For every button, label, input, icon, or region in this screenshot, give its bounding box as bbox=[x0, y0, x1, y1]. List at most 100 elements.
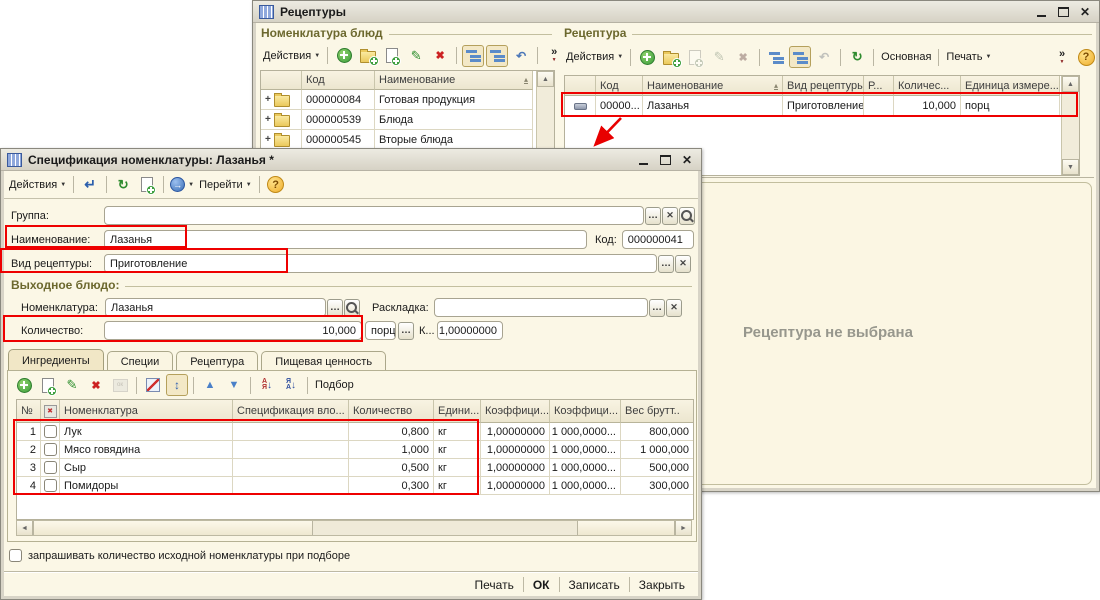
ok-button[interactable]: ОК bbox=[524, 576, 559, 594]
flag-cell[interactable] bbox=[41, 423, 60, 441]
copy-row-button[interactable] bbox=[37, 374, 59, 396]
layout-clear-button[interactable] bbox=[666, 299, 682, 317]
scrollbar-thumb[interactable] bbox=[577, 521, 675, 535]
nomenclature-open-button[interactable] bbox=[344, 299, 360, 317]
unit-column-header[interactable]: Единица измере... bbox=[961, 76, 1060, 96]
edit-button[interactable] bbox=[708, 46, 730, 68]
flag-column-header[interactable] bbox=[41, 400, 60, 423]
kind-column-header[interactable]: Вид рецептуры bbox=[783, 76, 864, 96]
hierarchy-view-button[interactable] bbox=[486, 45, 508, 67]
tab-spices[interactable]: Специи bbox=[107, 351, 174, 372]
maximize-button[interactable] bbox=[657, 152, 673, 168]
group-open-button[interactable] bbox=[679, 207, 695, 225]
specification-titlebar[interactable]: Спецификация номенклатуры: Лазанья * bbox=[1, 149, 701, 171]
sort-asc-button[interactable] bbox=[256, 374, 278, 396]
recipes-titlebar[interactable]: Рецептуры bbox=[253, 1, 1099, 23]
pick-button[interactable]: Подбор bbox=[313, 379, 356, 391]
row-checkbox[interactable] bbox=[44, 443, 57, 456]
recipe-kind-clear-button[interactable] bbox=[675, 255, 691, 273]
code-column-header[interactable]: Код bbox=[302, 71, 375, 90]
unit-input[interactable]: порц bbox=[365, 321, 396, 340]
table-row[interactable]: 000000539 Блюда bbox=[261, 110, 554, 130]
actions-menu-button[interactable]: Действия bbox=[7, 179, 68, 191]
scrollbar-track[interactable] bbox=[1062, 92, 1079, 159]
table-row[interactable]: 000000545 Вторые блюда bbox=[261, 130, 554, 150]
marker-column-header[interactable] bbox=[565, 76, 596, 96]
goto-button[interactable] bbox=[169, 174, 195, 196]
close-button[interactable] bbox=[679, 152, 695, 168]
add-group-button[interactable] bbox=[660, 46, 682, 68]
history-button[interactable] bbox=[813, 46, 835, 68]
delete-button[interactable] bbox=[429, 45, 451, 67]
tab-ingredients[interactable]: Ингредиенты bbox=[8, 349, 104, 371]
flag-cell[interactable] bbox=[41, 459, 60, 477]
add-group-button[interactable] bbox=[357, 45, 379, 67]
print-menu-button[interactable]: Печать bbox=[944, 51, 993, 63]
name-column-header[interactable]: Номенклатура bbox=[60, 400, 233, 423]
close-button[interactable] bbox=[1077, 4, 1093, 20]
group-select-button[interactable] bbox=[645, 207, 661, 225]
print-button[interactable]: Печать bbox=[466, 576, 523, 594]
row-expander-cell[interactable] bbox=[261, 90, 302, 110]
ingredient-row[interactable]: 4 Помидоры 0,300 кг 1,00000000 1 000,000… bbox=[17, 477, 693, 495]
scrollbar-thumb[interactable] bbox=[33, 521, 313, 535]
delete-row-button[interactable] bbox=[85, 374, 107, 396]
scroll-left-button[interactable] bbox=[17, 521, 33, 535]
maximize-button[interactable] bbox=[1055, 4, 1071, 20]
move-down-button[interactable] bbox=[223, 374, 245, 396]
actions-menu-button[interactable]: Действия bbox=[564, 51, 625, 63]
more-buttons-button[interactable] bbox=[1051, 46, 1073, 68]
num-column-header[interactable]: № bbox=[17, 400, 41, 423]
reorder-button[interactable] bbox=[166, 374, 188, 396]
group-clear-button[interactable] bbox=[662, 207, 678, 225]
coefficient-input[interactable]: 1,00000000 bbox=[437, 321, 503, 340]
list-view-button[interactable] bbox=[462, 45, 484, 67]
scroll-up-button[interactable] bbox=[537, 71, 554, 87]
flag-cell[interactable] bbox=[41, 441, 60, 459]
reread-button[interactable] bbox=[112, 174, 134, 196]
write-button[interactable]: Записать bbox=[560, 576, 629, 594]
nomenclature-input[interactable]: Лазанья bbox=[105, 298, 326, 317]
tab-recipe[interactable]: Рецептура bbox=[176, 351, 258, 372]
unit-select-button[interactable] bbox=[398, 322, 414, 340]
main-view-button[interactable]: Основная bbox=[879, 51, 933, 63]
coef2-column-header[interactable]: Коэффици... bbox=[550, 400, 621, 423]
hierarchy-view-button[interactable] bbox=[789, 46, 811, 68]
row-checkbox[interactable] bbox=[44, 461, 57, 474]
add-row-button[interactable] bbox=[13, 374, 35, 396]
row-checkbox[interactable] bbox=[44, 425, 57, 438]
r-column-header[interactable]: Р... bbox=[864, 76, 894, 96]
table-row[interactable]: 000000084 Готовая продукция bbox=[261, 90, 554, 110]
refresh-button[interactable] bbox=[846, 46, 868, 68]
vertical-scrollbar[interactable] bbox=[1061, 76, 1079, 175]
help-button[interactable] bbox=[265, 174, 287, 196]
scrollbar-track[interactable] bbox=[313, 521, 577, 535]
horizontal-scrollbar[interactable] bbox=[16, 520, 692, 536]
cancel-filter-button[interactable] bbox=[142, 374, 164, 396]
history-button[interactable] bbox=[510, 45, 532, 67]
edit-button[interactable] bbox=[405, 45, 427, 67]
ingredient-row[interactable]: 2 Мясо говядина 1,000 кг 1,00000000 1 00… bbox=[17, 441, 693, 459]
tab-nutrition[interactable]: Пищевая ценность bbox=[261, 351, 386, 372]
expander-column-header[interactable] bbox=[261, 71, 302, 90]
flag-cell[interactable] bbox=[41, 477, 60, 495]
save-button[interactable] bbox=[79, 174, 101, 196]
scroll-up-button[interactable] bbox=[1062, 76, 1079, 92]
copy-button[interactable] bbox=[381, 45, 403, 67]
ask-quantity-option[interactable]: запрашивать количество исходной номенкла… bbox=[9, 549, 350, 562]
coef1-column-header[interactable]: Коэффици... bbox=[481, 400, 550, 423]
scroll-down-button[interactable] bbox=[1062, 159, 1079, 175]
recipe-kind-select-button[interactable] bbox=[658, 255, 674, 273]
minimize-button[interactable] bbox=[635, 152, 651, 168]
spec-column-header[interactable]: Спецификация вло... bbox=[233, 400, 349, 423]
layout-select-button[interactable] bbox=[649, 299, 665, 317]
name-column-header[interactable]: Наименование bbox=[375, 71, 533, 90]
row-checkbox[interactable] bbox=[44, 479, 57, 492]
copy-button[interactable] bbox=[684, 46, 706, 68]
layout-input[interactable] bbox=[434, 298, 648, 317]
row-expander-cell[interactable] bbox=[261, 110, 302, 130]
gross-column-header[interactable]: Вес брутт.. bbox=[621, 400, 693, 423]
qty-column-header[interactable]: Количество bbox=[349, 400, 434, 423]
recipe-kind-input[interactable]: Приготовление bbox=[104, 254, 657, 273]
actions-menu-button[interactable]: Действия bbox=[261, 50, 322, 62]
